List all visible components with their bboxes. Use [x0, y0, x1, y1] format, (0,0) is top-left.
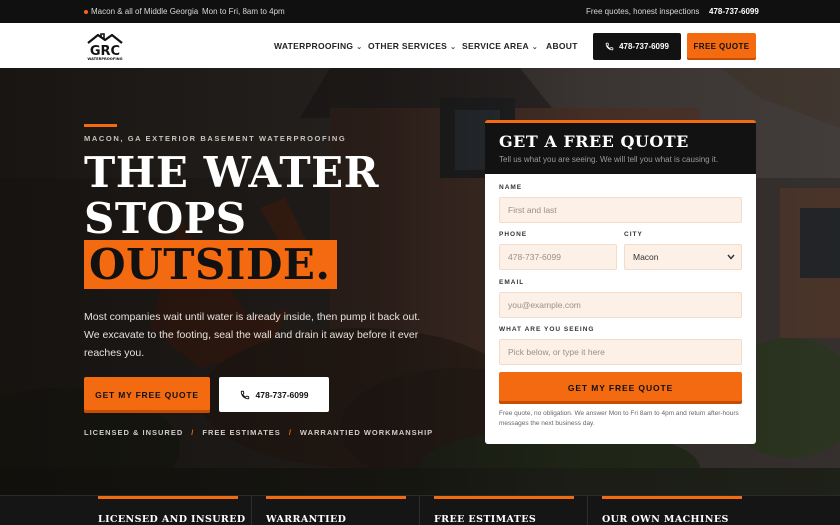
nav-call-button[interactable]: 478-737-6099	[593, 33, 681, 60]
main-navbar: GRC WATERPROOFING WATERPROOFING ⌄ OTHER S…	[0, 23, 840, 68]
issue-input[interactable]: Pick below, or type it here	[499, 339, 742, 365]
feature-title: OUR OWN MACHINES	[602, 514, 729, 525]
badge-warranty: WARRANTIED WORKMANSHIP	[299, 428, 434, 437]
feature-accent-bar	[98, 496, 238, 499]
trust-badges: LICENSED & INSURED / FREE ESTIMATES / WARRAN…	[84, 428, 433, 437]
issue-placeholder: Pick below, or type it here	[508, 347, 605, 357]
feature-accent-bar	[434, 496, 574, 499]
feature-divider	[251, 496, 252, 525]
nav-about[interactable]: ABOUT	[546, 41, 578, 51]
nav-label: ABOUT	[546, 41, 578, 51]
chevron-down-icon: ⌄	[450, 44, 457, 51]
eyebrow-accent-bar	[84, 124, 117, 127]
email-label: EMAIL	[499, 279, 525, 286]
quote-form-card: GET A FREE QUOTE Tell us what you are se…	[485, 120, 756, 444]
email-placeholder: you@example.com	[508, 300, 581, 310]
hero-headline-highlight: OUTSIDE.	[84, 240, 337, 289]
nav-label: OTHER SERVICES	[368, 41, 448, 51]
hero-eyebrow: MACON, GA EXTERIOR BASEMENT WATERPROOFIN…	[84, 134, 347, 143]
hero-headline-line-1: THE WATER	[84, 148, 380, 197]
chevron-down-icon	[727, 254, 735, 260]
hero-call-label: 478-737-6099	[255, 389, 309, 400]
business-hours-text: Mon to Fri, 8am to 4pm	[202, 7, 285, 16]
logo-subtext: WATERPROOFING	[87, 57, 122, 61]
phone-icon	[605, 42, 614, 51]
phone-icon	[240, 390, 249, 399]
city-select[interactable]: Macon	[624, 244, 742, 270]
feature-strip: LICENSED AND INSURED WARRANTIED FREE EST…	[0, 495, 840, 525]
quote-form-header: GET A FREE QUOTE Tell us what you are se…	[485, 120, 756, 174]
feature-warranty: WARRANTIED	[266, 496, 406, 525]
nav-other-services[interactable]: OTHER SERVICES ⌄	[368, 41, 456, 51]
hero-section: MACON, GA EXTERIOR BASEMENT WATERPROOFIN…	[0, 68, 840, 495]
feature-accent-bar	[266, 496, 406, 499]
badge-licensed: LICENSED & INSURED	[84, 428, 184, 437]
city-label: CITY	[624, 231, 643, 238]
phone-placeholder: 478-737-6099	[508, 252, 561, 262]
form-fine-print: Free quote, no obligation. We answer Mon…	[499, 410, 739, 427]
feature-title: LICENSED AND INSURED	[98, 514, 246, 525]
badge-separator: /	[288, 428, 292, 437]
feature-divider	[419, 496, 420, 525]
hero-quote-label: GET MY FREE QUOTE	[95, 390, 199, 400]
city-value: Macon	[633, 252, 659, 262]
issue-label: WHAT ARE YOU SEEING	[499, 326, 595, 333]
nav-quote-label: FREE QUOTE	[693, 42, 750, 51]
nav-label: WATERPROOFING	[274, 41, 354, 51]
grc-logo[interactable]: GRC WATERPROOFING	[84, 31, 126, 61]
nav-label: SERVICE AREA	[462, 41, 529, 51]
name-label: NAME	[499, 184, 523, 191]
tagline-text: Free quotes, honest inspections	[586, 7, 700, 16]
feature-divider	[587, 496, 588, 525]
badge-separator: /	[191, 428, 195, 437]
quote-form-subtitle: Tell us what you are seeing. We will tel…	[499, 155, 719, 164]
hero-get-quote-button[interactable]: GET MY FREE QUOTE	[84, 377, 210, 413]
service-area-text: Macon & all of Middle Georgia	[91, 7, 199, 16]
top-info-bar: Macon & all of Middle Georgia Mon to Fri…	[0, 0, 840, 23]
hero-call-button[interactable]: 478-737-6099	[219, 377, 329, 412]
name-input[interactable]: First and last	[499, 197, 742, 223]
hero-lead-text: Most companies wait until water is alrea…	[84, 311, 421, 359]
hero-headline-line-2: STOPS	[84, 194, 247, 243]
submit-label: GET MY FREE QUOTE	[567, 383, 674, 393]
nav-call-label: 478-737-6099	[619, 42, 669, 51]
nav-waterproofing[interactable]: WATERPROOFING ⌄	[274, 41, 362, 51]
quote-form-title: GET A FREE QUOTE	[499, 132, 689, 151]
status-dot-icon	[84, 10, 88, 14]
feature-title: WARRANTIED	[266, 514, 347, 525]
chevron-down-icon: ⌄	[356, 44, 363, 51]
topbar-phone-link[interactable]: 478-737-6099	[709, 7, 759, 16]
email-input[interactable]: you@example.com	[499, 292, 742, 318]
nav-free-quote-button[interactable]: FREE QUOTE	[687, 33, 756, 60]
feature-own-machines: OUR OWN MACHINES	[602, 496, 742, 525]
feature-title: FREE ESTIMATES	[434, 514, 537, 525]
feature-licensed: LICENSED AND INSURED	[98, 496, 246, 525]
feature-free-estimates: FREE ESTIMATES	[434, 496, 574, 525]
phone-label: PHONE	[499, 231, 528, 238]
name-placeholder: First and last	[508, 205, 557, 215]
nav-service-area[interactable]: SERVICE AREA ⌄	[462, 41, 538, 51]
feature-accent-bar	[602, 496, 742, 499]
submit-quote-button[interactable]: GET MY FREE QUOTE	[499, 372, 742, 404]
chevron-down-icon: ⌄	[531, 44, 539, 51]
phone-input[interactable]: 478-737-6099	[499, 244, 617, 270]
badge-free-estimates: FREE ESTIMATES	[202, 428, 281, 437]
